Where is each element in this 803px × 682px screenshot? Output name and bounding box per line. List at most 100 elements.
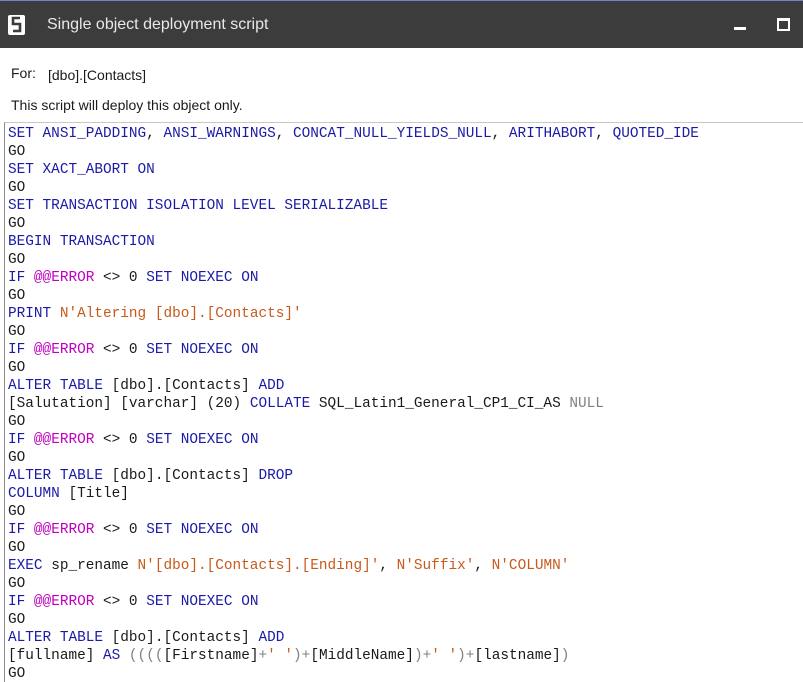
window-title: Single object deployment script bbox=[47, 16, 269, 33]
script-token: ARITHABORT bbox=[508, 126, 596, 142]
script-token: PRINT bbox=[8, 306, 60, 322]
script-token: DROP bbox=[258, 468, 293, 484]
script-line: BEGIN TRANSACTION bbox=[8, 233, 699, 251]
script-token: GO bbox=[8, 540, 26, 556]
script-token: IF bbox=[8, 432, 34, 448]
script-token: @@ERROR bbox=[33, 432, 95, 448]
script-token: NULL bbox=[569, 396, 604, 412]
script-token: [MiddleName] bbox=[310, 648, 414, 664]
script-token: ANSI_PADDING bbox=[42, 126, 147, 142]
script-line: SET ANSI_PADDING, ANSI_WARNINGS, CONCAT_… bbox=[8, 125, 699, 143]
script-token: [dbo].[Contacts] bbox=[111, 630, 259, 646]
script-token: N'[dbo].[Contacts].[Ending]' bbox=[137, 558, 380, 574]
script-token: BEGIN TRANSACTION bbox=[8, 234, 155, 250]
script-line: ALTER TABLE [dbo].[Contacts] ADD bbox=[8, 629, 699, 647]
script-token: [fullname] bbox=[8, 648, 103, 664]
script-token: GO bbox=[8, 324, 26, 340]
script-token: , bbox=[491, 126, 509, 142]
script-line: SET TRANSACTION ISOLATION LEVEL SERIALIZ… bbox=[8, 197, 699, 215]
script-token: ' ' bbox=[267, 648, 294, 664]
script-token: SET NOEXEC ON bbox=[146, 522, 259, 538]
script-line: GO bbox=[8, 179, 699, 197]
script-line: GO bbox=[8, 539, 699, 557]
script-token: <> 0 bbox=[94, 522, 147, 538]
script-token: <> 0 bbox=[94, 342, 147, 358]
script-token: SQL_Latin1_General_CP1_CI_AS bbox=[318, 396, 570, 412]
script-line: [Salutation] [varchar] (20) COLLATE SQL_… bbox=[8, 395, 699, 413]
script-token: SET NOEXEC ON bbox=[146, 594, 259, 610]
script-line: IF @@ERROR <> 0 SET NOEXEC ON bbox=[8, 269, 699, 287]
minimize-icon[interactable] bbox=[728, 13, 752, 37]
script-token: ALTER TABLE bbox=[8, 630, 112, 646]
script-line: GO bbox=[8, 449, 699, 467]
script-token: SET TRANSACTION ISOLATION LEVEL SERIALIZ… bbox=[8, 198, 388, 214]
script-token: [Firstname] bbox=[163, 648, 259, 664]
script-line: GO bbox=[8, 413, 699, 431]
script-line: GO bbox=[8, 215, 699, 233]
script-line: GO bbox=[8, 323, 699, 341]
script-token: (((( bbox=[128, 648, 164, 664]
script-token: , bbox=[379, 558, 397, 574]
script-token: ADD bbox=[258, 378, 285, 394]
script-token: COLUMN bbox=[8, 486, 69, 502]
script-line: IF @@ERROR <> 0 SET NOEXEC ON bbox=[8, 341, 699, 359]
script-token: GO bbox=[8, 180, 26, 196]
script-line: IF @@ERROR <> 0 SET NOEXEC ON bbox=[8, 521, 699, 539]
script-token: GO bbox=[8, 450, 26, 466]
script-line: GO bbox=[8, 143, 699, 161]
script-line: IF @@ERROR <> 0 SET NOEXEC ON bbox=[8, 593, 699, 611]
info-text: This script will deploy this object only… bbox=[11, 97, 243, 113]
script-line: GO bbox=[8, 359, 699, 377]
script-token: GO bbox=[8, 360, 26, 376]
script-token: [lastname] bbox=[474, 648, 561, 664]
script-token: sp_rename bbox=[51, 558, 138, 574]
script-token: SET bbox=[8, 126, 43, 142]
title-bar: Single object deployment script bbox=[0, 0, 803, 48]
script-token: N'Suffix' bbox=[396, 558, 475, 574]
script-token: [Salutation] [varchar] (20) bbox=[8, 396, 250, 412]
script-token: IF bbox=[8, 594, 34, 610]
script-token: N'COLUMN' bbox=[491, 558, 570, 574]
script-token: IF bbox=[8, 522, 34, 538]
script-token: GO bbox=[8, 504, 26, 520]
script-token: , bbox=[146, 126, 164, 142]
object-name: [dbo].[Contacts] bbox=[48, 67, 147, 83]
script-token: GO bbox=[8, 216, 26, 232]
script-token: , bbox=[595, 126, 613, 142]
script-token: ' ' bbox=[431, 648, 458, 664]
script-token: <> 0 bbox=[94, 270, 147, 286]
script-line: ALTER TABLE [dbo].[Contacts] DROP bbox=[8, 467, 699, 485]
script-token: GO bbox=[8, 252, 26, 268]
script-token: , bbox=[474, 558, 492, 574]
script-line: ALTER TABLE [dbo].[Contacts] ADD bbox=[8, 377, 699, 395]
script-token: )+ bbox=[413, 648, 432, 664]
script-token: GO bbox=[8, 666, 26, 682]
script-token: @@ERROR bbox=[33, 342, 95, 358]
script-line: GO bbox=[8, 611, 699, 629]
script-line: SET XACT_ABORT ON bbox=[8, 161, 699, 179]
script-line: GO bbox=[8, 575, 699, 593]
script-editor[interactable]: SET ANSI_PADDING, ANSI_WARNINGS, CONCAT_… bbox=[4, 122, 803, 682]
script-token: N'Altering [dbo].[Contacts]' bbox=[59, 306, 302, 322]
script-token: <> 0 bbox=[94, 594, 147, 610]
script-token: ANSI_WARNINGS bbox=[163, 126, 276, 142]
script-token: IF bbox=[8, 270, 34, 286]
script-token: EXEC bbox=[8, 558, 52, 574]
script-token: COLLATE bbox=[249, 396, 319, 412]
script-token: GO bbox=[8, 576, 26, 592]
script-token: SET XACT_ABORT ON bbox=[8, 162, 155, 178]
script-token: , bbox=[275, 126, 294, 142]
script-token: @@ERROR bbox=[33, 522, 95, 538]
script-line: EXEC sp_rename N'[dbo].[Contacts].[Endin… bbox=[8, 557, 699, 575]
script-token: GO bbox=[8, 144, 26, 160]
maximize-icon[interactable] bbox=[771, 13, 795, 37]
script-token: SET NOEXEC ON bbox=[146, 270, 259, 286]
script-line: [fullname] AS (((([Firstname]+' ')+[Midd… bbox=[8, 647, 699, 665]
script-line: COLUMN [Title] bbox=[8, 485, 699, 503]
script-token: ALTER TABLE bbox=[8, 378, 112, 394]
script-token: )+ bbox=[293, 648, 311, 664]
script-token: IF bbox=[8, 342, 34, 358]
script-line: GO bbox=[8, 287, 699, 305]
script-token: [dbo].[Contacts] bbox=[111, 378, 259, 394]
script-token: CONCAT_NULL_YIELDS_NULL bbox=[293, 126, 492, 142]
